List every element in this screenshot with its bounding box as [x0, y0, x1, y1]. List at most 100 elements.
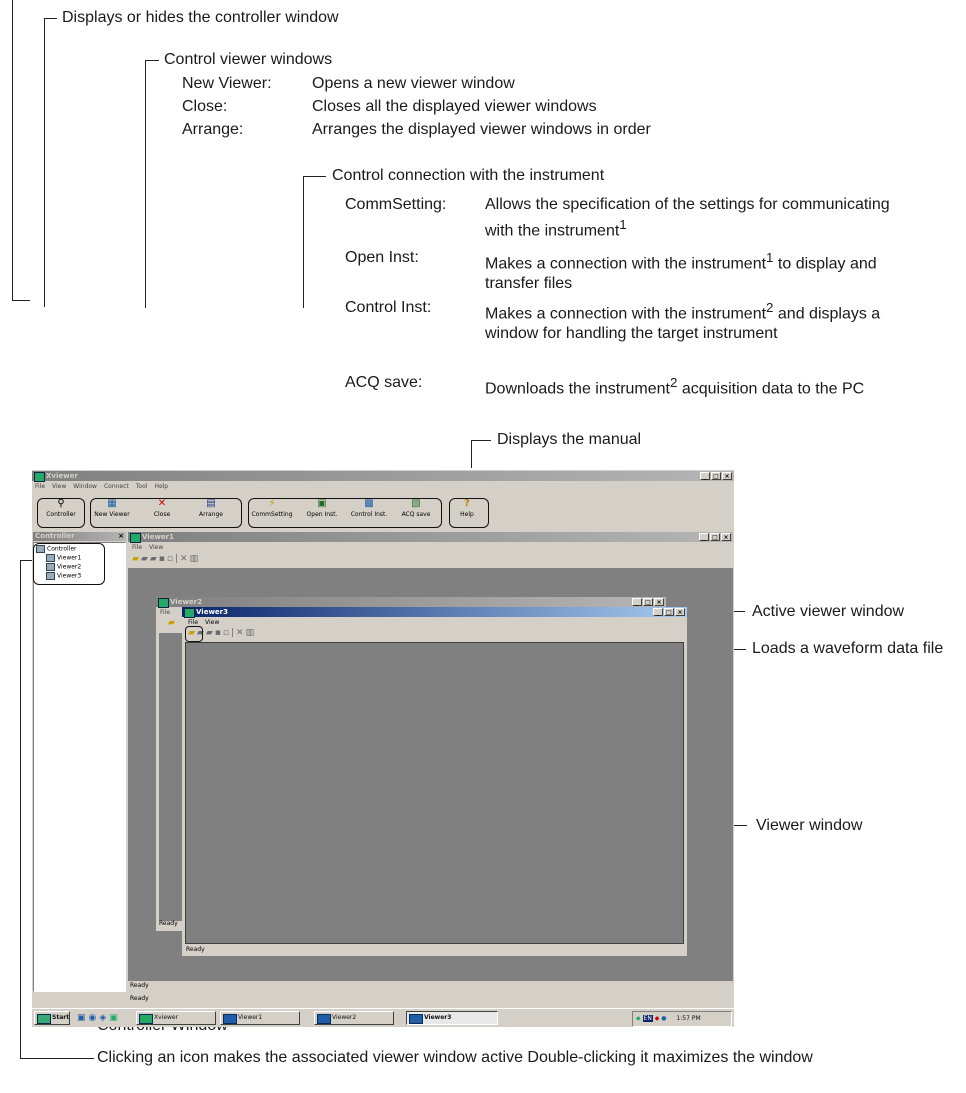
- system-tray: ◆ EN ◆ ● 1:57 PM: [632, 1011, 732, 1027]
- layout-icon[interactable]: ▥: [246, 628, 257, 638]
- menu-tool[interactable]: Tool: [136, 483, 148, 490]
- menu-view[interactable]: View: [205, 619, 219, 626]
- folder-icon[interactable]: ▰▰: [141, 554, 159, 564]
- maximize-icon[interactable]: □: [664, 608, 674, 616]
- maximize-icon[interactable]: □: [643, 598, 653, 606]
- layout-icon[interactable]: ▥: [190, 554, 201, 564]
- close-window-icon[interactable]: ×: [722, 472, 732, 480]
- leader-left-outer-h: [12, 300, 30, 301]
- minimize-icon[interactable]: _: [700, 472, 710, 480]
- control-viewers-heading: Control viewer windows: [164, 51, 333, 68]
- delete-icon[interactable]: ✕: [180, 554, 190, 564]
- menu-file[interactable]: File: [188, 619, 198, 626]
- active-viewer-label: Active viewer window: [752, 603, 905, 620]
- open-folder-icon[interactable]: ▰: [132, 554, 141, 564]
- clicking-icon-label: Clicking an icon makes the associated vi…: [97, 1049, 813, 1066]
- menu-help[interactable]: Help: [154, 483, 168, 490]
- xviewer-main-window: Xviewer _ □ × File View Window Connect Too…: [32, 470, 734, 1008]
- network-icon[interactable]: ◆: [636, 1015, 641, 1022]
- taskbar-viewer2[interactable]: Viewer2: [314, 1011, 394, 1025]
- main-status: Ready: [130, 995, 149, 1002]
- viewer2-open-icon[interactable]: ▰: [168, 618, 175, 628]
- viewer1-icon: [130, 533, 141, 543]
- ring-help: [449, 498, 489, 528]
- ring-tree: [33, 543, 105, 585]
- menu-view[interactable]: View: [149, 544, 163, 551]
- volume-icon[interactable]: ◆: [655, 1015, 660, 1022]
- maximize-icon[interactable]: □: [710, 533, 720, 541]
- leader-tree-h: [20, 1058, 94, 1059]
- controller-toggle-label: Displays or hides the controller window: [62, 9, 339, 26]
- minimize-icon[interactable]: _: [632, 598, 642, 606]
- leader-left-outer-v: [12, 0, 13, 300]
- viewer-window-label: Viewer window: [756, 817, 863, 834]
- controller-panel: Controller × Controller Viewer1 Viewer2 …: [33, 532, 126, 992]
- leader-connection-h: [303, 176, 326, 177]
- viewer2-workspace: [159, 633, 183, 921]
- viewer2-title-bar[interactable]: Viewer2 _ □ ×: [156, 597, 666, 608]
- app-icon: [34, 472, 45, 482]
- controller-tree: Controller Viewer1 Viewer2 Viewer3: [33, 542, 126, 992]
- ie-icon[interactable]: ◉: [89, 1013, 100, 1023]
- minimize-icon[interactable]: _: [699, 533, 709, 541]
- def-close: Close: Closes all the displayed viewer w…: [182, 98, 597, 115]
- viewer3-menu: File View: [188, 619, 219, 626]
- leader-manual-v: [471, 440, 472, 468]
- viewer2-menu: File: [160, 609, 170, 616]
- close-window-icon[interactable]: ×: [675, 608, 685, 616]
- maximize-icon[interactable]: □: [711, 472, 721, 480]
- viewer3-icon: [184, 608, 195, 618]
- ring-controller: [37, 498, 85, 528]
- taskbar-viewer3[interactable]: Viewer3: [406, 1011, 498, 1025]
- viewer3-window[interactable]: Viewer3 _ □ × File View ▰▰▰▪▫|✕▥ Ready: [182, 607, 687, 956]
- main-menu-bar: File View Window Connect Tool Help: [35, 483, 168, 490]
- tray-app-icon[interactable]: ●: [661, 1015, 666, 1022]
- outlook-icon[interactable]: ◈: [99, 1013, 109, 1023]
- desktop-icon[interactable]: ▣: [77, 1013, 89, 1023]
- print-icon[interactable]: ▫: [167, 554, 175, 564]
- controller-panel-title: Controller ×: [33, 532, 126, 541]
- menu-window[interactable]: Window: [73, 483, 97, 490]
- menu-file[interactable]: File: [35, 483, 45, 490]
- menu-connect[interactable]: Connect: [104, 483, 129, 490]
- control-connection-heading: Control connection with the instrument: [332, 167, 605, 184]
- save-icon[interactable]: ▪: [215, 628, 223, 638]
- menu-file[interactable]: File: [132, 544, 142, 551]
- menu-file[interactable]: File: [160, 609, 170, 616]
- taskbar-xviewer[interactable]: Xviewer: [136, 1011, 216, 1025]
- close-window-icon[interactable]: ×: [721, 533, 731, 541]
- ring-viewer-controls: [90, 498, 242, 528]
- leader-viewers-h: [145, 60, 159, 61]
- minimize-icon[interactable]: _: [653, 608, 663, 616]
- viewer1-toolbar: ▰▰▰▪▫|✕▥: [132, 554, 201, 564]
- taskbar-viewer1[interactable]: Viewer1: [220, 1011, 300, 1025]
- leader-viewers-v: [145, 60, 146, 308]
- viewer1-title-bar[interactable]: Viewer1 _ □ ×: [128, 532, 733, 543]
- leader-manual-h: [471, 440, 491, 441]
- language-indicator[interactable]: EN: [642, 1015, 653, 1022]
- delete-icon[interactable]: ✕: [236, 628, 246, 638]
- viewer1-menu: File View: [132, 544, 163, 551]
- clock: 1:57 PM: [676, 1015, 701, 1022]
- viewer2-status: Ready: [159, 920, 178, 927]
- ring-load-waveform: [185, 626, 203, 642]
- ring-connection: [248, 498, 442, 528]
- controller-panel-close-icon[interactable]: ×: [118, 532, 124, 541]
- app-quick-icon[interactable]: ▣: [109, 1013, 121, 1023]
- viewer2-icon: [158, 598, 169, 608]
- taskbar: Start ▣◉◈▣ Xviewer Viewer1 Viewer2 Viewe…: [32, 1008, 734, 1027]
- manual-label: Displays the manual: [497, 431, 642, 448]
- close-window-icon[interactable]: ×: [654, 598, 664, 606]
- save-icon[interactable]: ▪: [159, 554, 167, 564]
- menu-view[interactable]: View: [52, 483, 66, 490]
- start-button[interactable]: Start: [34, 1011, 70, 1025]
- viewer1-status: Ready: [130, 982, 149, 989]
- leader-controller-h: [44, 18, 57, 19]
- print-icon[interactable]: ▫: [223, 628, 231, 638]
- main-title-bar[interactable]: Xviewer _ □ ×: [32, 471, 734, 482]
- viewer3-status: Ready: [186, 946, 205, 953]
- load-waveform-label: Loads a waveform data file: [752, 640, 944, 657]
- viewer3-title-bar[interactable]: Viewer3 _ □ ×: [182, 607, 687, 618]
- viewer3-workspace: [185, 642, 684, 944]
- leader-connection-v: [303, 176, 304, 308]
